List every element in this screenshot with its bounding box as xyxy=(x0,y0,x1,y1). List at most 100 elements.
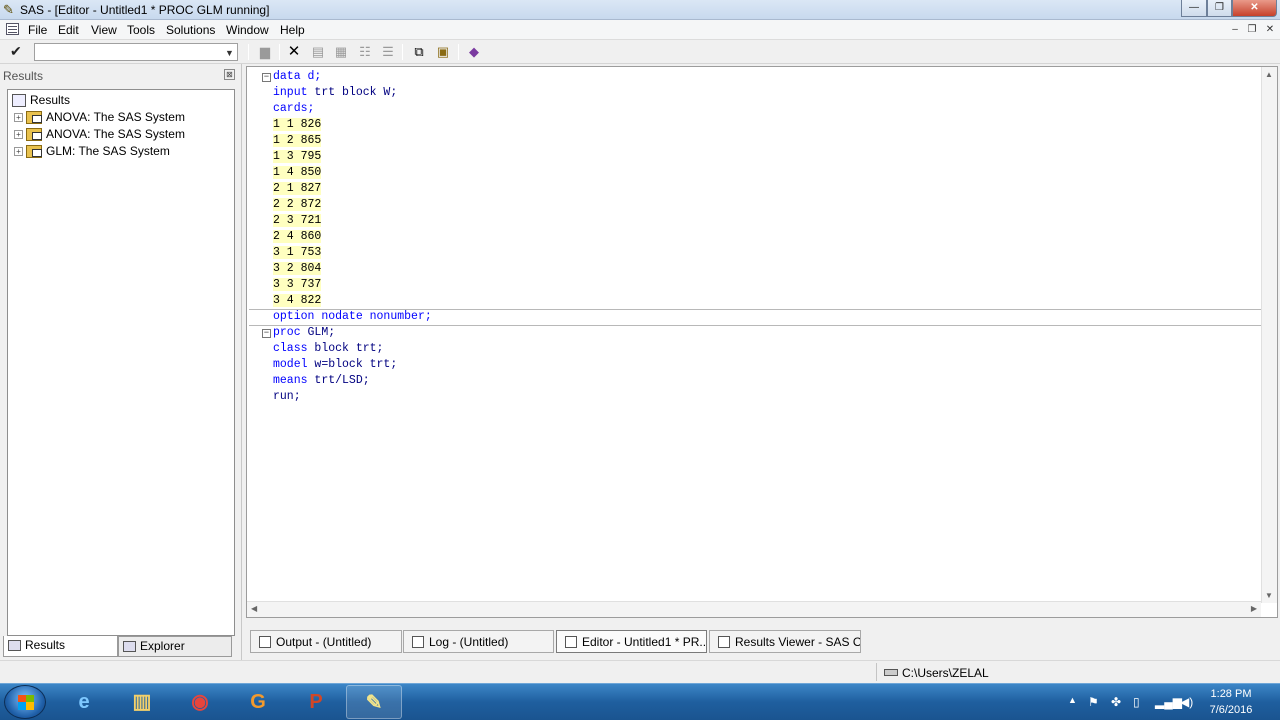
toolbar: ✔ ▼ ▆ ✕ ▤ ▦ ☷ ☰ ⧉ ▣ ◆ xyxy=(0,40,1280,64)
code-line: run; xyxy=(273,389,301,405)
close-button[interactable]: ✕ xyxy=(1232,0,1277,17)
minimize-button[interactable]: — xyxy=(1181,0,1207,17)
code-text: nodate nonumber; xyxy=(314,310,432,323)
expand-icon[interactable]: + xyxy=(14,147,23,157)
start-button[interactable] xyxy=(4,685,46,719)
clock-date[interactable]: 7/6/2016 xyxy=(1206,704,1256,716)
tree-item-anova-2[interactable]: + ANOVA: The SAS System xyxy=(14,127,185,142)
command-box[interactable] xyxy=(34,43,238,61)
results-icon xyxy=(12,94,26,108)
action-center-icon[interactable]: ⚑ xyxy=(1088,695,1099,709)
menu-solutions[interactable]: Solutions xyxy=(166,23,215,37)
code-text: block trt; xyxy=(307,342,384,355)
child-restore-button[interactable]: ❐ xyxy=(1244,23,1260,37)
tree-root-results[interactable]: Results xyxy=(12,93,70,108)
expand-icon[interactable]: + xyxy=(14,130,23,140)
code-text: trt block W; xyxy=(307,86,398,99)
device-icon[interactable]: ▯ xyxy=(1133,695,1140,709)
menu-help[interactable]: Help xyxy=(280,23,305,37)
tab-editor[interactable]: Editor - Untitled1 * PR... xyxy=(556,630,707,653)
data-line: 3 1 753 xyxy=(273,246,322,259)
results-viewer-icon xyxy=(718,636,730,648)
tab-results[interactable]: Results xyxy=(3,636,118,657)
folder-icon xyxy=(26,111,42,125)
child-close-button[interactable]: ✕ xyxy=(1262,23,1278,37)
code-line: option nodate nonumber; xyxy=(273,309,432,325)
checkmark-icon[interactable]: ✔ xyxy=(10,43,22,60)
menu-file[interactable]: File xyxy=(28,23,47,37)
datalines: 3 1 753 xyxy=(273,245,322,261)
data-line: 1 2 865 xyxy=(273,134,322,147)
current-folder-label: C:\Users\ZELAL xyxy=(902,666,989,680)
document-icon[interactable] xyxy=(6,23,19,35)
code-text: trt/LSD; xyxy=(307,374,370,387)
clock-time[interactable]: 1:28 PM xyxy=(1206,688,1256,700)
toolbar-separator xyxy=(279,44,280,60)
powerpoint-icon[interactable]: P xyxy=(288,685,344,719)
scroll-right-icon[interactable]: ▶ xyxy=(1251,604,1257,613)
copy-icon[interactable]: ▤ xyxy=(309,43,327,60)
code-keyword: input xyxy=(273,86,308,99)
datalines: 2 4 860 xyxy=(273,229,322,245)
expand-icon[interactable]: + xyxy=(14,113,23,123)
volume-icon[interactable]: ◀) xyxy=(1180,695,1193,709)
vertical-scrollbar[interactable]: ▲ ▼ xyxy=(1261,67,1277,603)
new-library-icon[interactable]: ⧉ xyxy=(410,43,428,60)
file-explorer-icon[interactable]: ▥ xyxy=(114,685,170,719)
step-boundary-line xyxy=(249,325,1261,326)
chrome-icon[interactable]: ◉ xyxy=(172,685,228,719)
menu-window[interactable]: Window xyxy=(226,23,269,37)
tab-explorer[interactable]: Explorer xyxy=(118,636,232,657)
menu-view[interactable]: View xyxy=(91,23,117,37)
collapse-icon[interactable]: − xyxy=(262,73,271,82)
datalines: 3 2 804 xyxy=(273,261,322,277)
cut-icon[interactable]: ✕ xyxy=(285,43,303,60)
folder-icon xyxy=(26,145,42,159)
close-panel-icon[interactable]: ⊠ xyxy=(224,69,235,80)
tab-output[interactable]: Output - (Untitled) xyxy=(250,630,402,653)
windows-taskbar: e ▥ ◉ G P ✎ ▲ ⚑ ✤ ▯ ▂▄▆ ◀) 1:28 PM 7/6/2… xyxy=(0,683,1280,720)
scroll-left-icon[interactable]: ◀ xyxy=(251,604,257,613)
horizontal-scrollbar[interactable]: ◀ ▶ xyxy=(247,601,1261,617)
tab-results-label: Results xyxy=(25,638,66,652)
open-folder-icon[interactable]: ▆ xyxy=(256,43,274,60)
code-area[interactable]: − data d; input trt block W; cards; 1 1 … xyxy=(247,67,1261,603)
toolbar-separator xyxy=(248,44,249,60)
code-text: w=block trt; xyxy=(307,358,398,371)
paste-icon[interactable]: ▦ xyxy=(332,43,350,60)
scroll-up-icon[interactable]: ▲ xyxy=(1265,70,1273,79)
tab-log[interactable]: Log - (Untitled) xyxy=(403,630,554,653)
code-text: GLM; xyxy=(300,326,336,339)
program-editor[interactable]: − data d; input trt block W; cards; 1 1 … xyxy=(246,66,1278,618)
find-icon[interactable]: ▣ xyxy=(434,43,452,60)
code-line: model w=block trt; xyxy=(273,357,397,373)
scroll-down-icon[interactable]: ▼ xyxy=(1265,591,1273,600)
explorer-icon xyxy=(123,641,136,653)
code-line: data d; xyxy=(273,69,321,85)
code-data-step: data d; xyxy=(273,70,322,83)
signal-strength-icon[interactable]: ▂▄▆ xyxy=(1155,695,1182,709)
help-book-icon[interactable]: ◆ xyxy=(465,43,483,60)
menu-edit[interactable]: Edit xyxy=(58,23,79,37)
list-view-icon[interactable]: ☰ xyxy=(379,43,397,60)
collapse-icon[interactable]: − xyxy=(262,329,271,338)
code-line: input trt block W; xyxy=(273,85,397,101)
sas-taskbar-icon[interactable]: ✎ xyxy=(346,685,402,719)
data-line: 2 4 860 xyxy=(273,230,322,243)
internet-explorer-icon[interactable]: e xyxy=(56,685,112,719)
current-folder[interactable]: C:\Users\ZELAL xyxy=(884,666,989,680)
tree-view-icon[interactable]: ☷ xyxy=(356,43,374,60)
menu-tools[interactable]: Tools xyxy=(127,23,155,37)
tree-item-glm[interactable]: + GLM: The SAS System xyxy=(14,144,170,159)
pdf-reader-icon[interactable]: G xyxy=(230,685,286,719)
network-sharing-icon[interactable]: ✤ xyxy=(1111,695,1121,709)
toolbar-separator xyxy=(402,44,403,60)
maximize-button[interactable]: ❐ xyxy=(1207,0,1232,17)
tab-results-viewer[interactable]: Results Viewer - SAS Ou... xyxy=(709,630,861,653)
show-hidden-icons-icon[interactable]: ▲ xyxy=(1068,695,1077,705)
code-keyword: proc xyxy=(273,326,301,339)
child-minimize-button[interactable]: – xyxy=(1227,23,1243,37)
data-line: 1 4 850 xyxy=(273,166,322,179)
menu-bar: File Edit View Tools Solutions Window He… xyxy=(0,20,1280,40)
tree-item-anova-1[interactable]: + ANOVA: The SAS System xyxy=(14,110,185,125)
